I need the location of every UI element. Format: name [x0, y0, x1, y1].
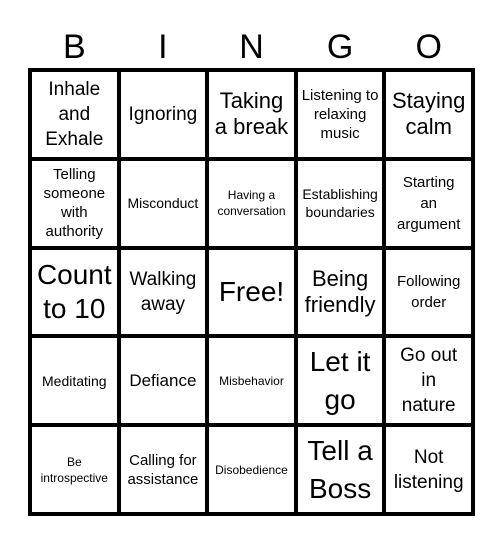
bingo-cell[interactable]: Establishing boundaries	[297, 160, 383, 246]
header-letter-b: B	[62, 28, 86, 66]
bingo-cell[interactable]: Following order	[386, 249, 471, 335]
cell-text: Count to 10	[36, 258, 112, 324]
bingo-cell[interactable]: Misconduct	[120, 160, 206, 246]
bingo-header: B I N G O	[30, 26, 473, 68]
bingo-cell[interactable]: Meditating	[32, 338, 117, 424]
bingo-cell[interactable]: Misbehavior	[209, 338, 294, 424]
bingo-cell[interactable]: Ignoring	[120, 72, 206, 157]
cell-text: Ignoring	[128, 103, 198, 125]
cell-text: Go out in nature	[400, 345, 458, 417]
bingo-cell[interactable]: Staying calm	[386, 72, 471, 157]
bingo-cell[interactable]: Having a conversation	[209, 160, 294, 246]
cell-text: Following order	[397, 272, 461, 311]
header-letter-o: O	[415, 28, 442, 66]
cell-text: Being friendly	[304, 265, 376, 317]
bingo-cell[interactable]: Starting an argument	[386, 160, 471, 246]
cell-text: Not listening	[393, 446, 464, 493]
bingo-cell[interactable]: Tell a Boss	[297, 427, 383, 512]
cell-text: Telling someone with authority	[43, 166, 106, 241]
bingo-cell[interactable]: Telling someone with authority	[32, 160, 117, 246]
bingo-cell[interactable]: Go out in nature	[386, 338, 471, 424]
bingo-cell[interactable]: Disobedience	[209, 427, 294, 512]
cell-text: Disobedience	[215, 462, 288, 477]
free-space-text: Free!	[218, 275, 285, 307]
cell-text: Establishing boundaries	[302, 186, 378, 221]
bingo-cell[interactable]: Being friendly	[297, 249, 383, 335]
header-letter-i: I	[158, 28, 168, 66]
cell-text: Defiance	[129, 371, 197, 391]
bingo-cell[interactable]: Listening to relaxing music	[297, 72, 383, 157]
bingo-cell[interactable]: Not listening	[386, 427, 471, 512]
bingo-cell[interactable]: Let it go	[297, 338, 383, 424]
cell-text: Tell a Boss	[307, 434, 373, 504]
bingo-cell[interactable]: Be introspective	[32, 427, 117, 512]
cell-text: Inhale and Exhale	[45, 78, 104, 150]
bingo-cell[interactable]: Free!	[209, 249, 294, 335]
header-letter-n: N	[239, 28, 264, 66]
cell-text: Starting an argument	[397, 173, 461, 233]
bingo-cell[interactable]: Count to 10	[32, 249, 117, 335]
cell-text: Misconduct	[127, 195, 199, 212]
cell-text: Misbehavior	[219, 373, 284, 388]
header-letter-g: G	[326, 28, 354, 66]
cell-text: Meditating	[42, 372, 107, 389]
bingo-board: Inhale and Exhale Ignoring Taking a brea…	[28, 68, 475, 516]
cell-text: Taking a break	[214, 88, 289, 140]
cell-text: Let it go	[309, 345, 371, 415]
cell-text: Calling for assistance	[127, 451, 199, 488]
bingo-cell[interactable]: Calling for assistance	[120, 427, 206, 512]
cell-text: Listening to relaxing music	[301, 86, 379, 142]
bingo-cell[interactable]: Defiance	[120, 338, 206, 424]
cell-text: Staying calm	[391, 88, 466, 140]
bingo-cell[interactable]: Walking away	[120, 249, 206, 335]
cell-text: Walking away	[129, 268, 197, 315]
cell-text: Be introspective	[40, 454, 108, 485]
cell-text: Having a conversation	[217, 188, 286, 219]
bingo-cell[interactable]: Inhale and Exhale	[32, 72, 117, 157]
bingo-cell[interactable]: Taking a break	[209, 72, 294, 157]
